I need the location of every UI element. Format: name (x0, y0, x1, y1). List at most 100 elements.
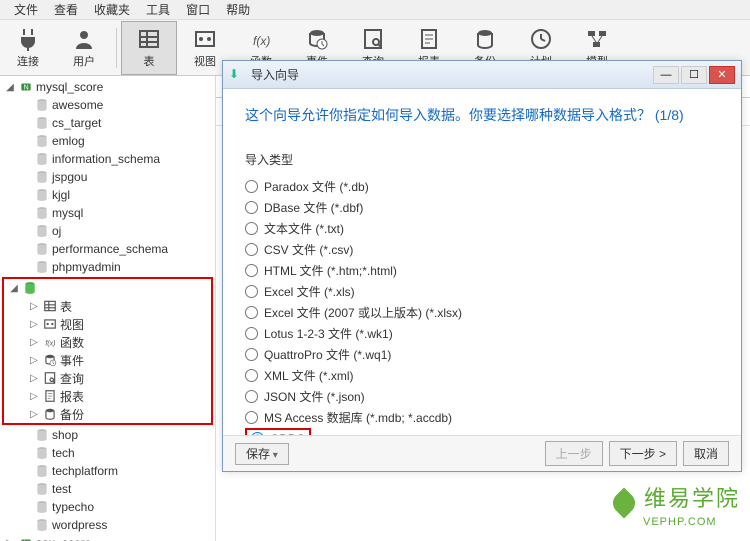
connection-node[interactable]: ◢Nmysql_score (0, 78, 215, 96)
backup-icon (43, 407, 57, 421)
next-button[interactable]: 下一步 > (609, 441, 677, 466)
db-child-report[interactable]: ▷报表 (4, 387, 211, 405)
db-node-active[interactable]: ◢ (4, 279, 211, 297)
close-button[interactable]: ✕ (709, 66, 735, 84)
ribbon-label: 视图 (194, 53, 216, 69)
fx-icon: f(x) (43, 335, 57, 349)
import-type-option[interactable]: JSON 文件 (*.json) (245, 386, 719, 407)
ribbon-label: 表 (144, 53, 155, 69)
connection-node[interactable]: ▷Nsau_score (0, 534, 215, 541)
query-icon (43, 371, 57, 385)
report-icon (43, 389, 57, 403)
menu-tools[interactable]: 工具 (138, 0, 178, 20)
db-node[interactable]: test (0, 480, 215, 498)
import-type-option[interactable]: Paradox 文件 (*.db) (245, 176, 719, 197)
menu-fav[interactable]: 收藏夹 (86, 0, 138, 20)
db-node[interactable]: tech (0, 444, 215, 462)
import-type-option[interactable]: Excel 文件 (2007 或以上版本) (*.xlsx) (245, 302, 719, 323)
event-icon (43, 353, 57, 367)
import-type-option[interactable]: QuattroPro 文件 (*.wq1) (245, 344, 719, 365)
db-node[interactable]: mysql (0, 204, 215, 222)
import-type-option[interactable]: HTML 文件 (*.htm;*.html) (245, 260, 719, 281)
db-node[interactable]: performance_schema (0, 240, 215, 258)
import-type-option[interactable]: DBase 文件 (*.dbf) (245, 197, 719, 218)
radio-input[interactable] (245, 390, 258, 403)
db-child-view[interactable]: ▷视图 (4, 315, 211, 333)
query-icon (361, 27, 385, 51)
db-child-backup[interactable]: ▷备份 (4, 405, 211, 423)
database-icon (35, 206, 49, 220)
svg-text:f(x): f(x) (253, 34, 270, 48)
ribbon-table[interactable]: 表 (121, 21, 177, 75)
db-node[interactable]: kjgl (0, 186, 215, 204)
database-icon (35, 482, 49, 496)
db-child-fx[interactable]: ▷f(x)函数 (4, 333, 211, 351)
db-child-query[interactable]: ▷查询 (4, 369, 211, 387)
dialog-title: 导入向导 (251, 66, 653, 83)
import-type-option[interactable]: XML 文件 (*.xml) (245, 365, 719, 386)
database-icon (35, 116, 49, 130)
radio-input[interactable] (245, 285, 258, 298)
ribbon-plug[interactable]: 连接 (0, 21, 56, 75)
database-icon (35, 98, 49, 112)
event-icon (305, 27, 329, 51)
db-node[interactable]: techplatform (0, 462, 215, 480)
db-child-event[interactable]: ▷事件 (4, 351, 211, 369)
db-node[interactable]: information_schema (0, 150, 215, 168)
cancel-button[interactable]: 取消 (683, 441, 729, 466)
menu-file[interactable]: 文件 (6, 0, 46, 20)
radio-input[interactable] (245, 264, 258, 277)
save-button[interactable]: 保存 (235, 443, 289, 465)
radio-input[interactable] (245, 180, 258, 193)
menu-help[interactable]: 帮助 (218, 0, 258, 20)
dialog-titlebar[interactable]: ⬇ 导入向导 — ☐ ✕ (223, 61, 741, 89)
table-icon (137, 27, 161, 51)
import-type-option[interactable]: MS Access 数据库 (*.mdb; *.accdb) (245, 407, 719, 428)
ribbon-label: 用户 (73, 53, 95, 69)
db-node[interactable]: cs_target (0, 114, 215, 132)
import-type-option[interactable]: Excel 文件 (*.xls) (245, 281, 719, 302)
db-node[interactable]: emlog (0, 132, 215, 150)
report-icon (417, 27, 441, 51)
import-wizard-dialog: ⬇ 导入向导 — ☐ ✕ 这个向导允许你指定如何导入数据。你要选择哪种数据导入格… (222, 60, 742, 472)
db-node[interactable]: shop (0, 426, 215, 444)
radio-input[interactable] (245, 369, 258, 382)
radio-input[interactable] (245, 201, 258, 214)
import-type-option[interactable]: CSV 文件 (*.csv) (245, 239, 719, 260)
database-icon (23, 281, 37, 295)
menu-view[interactable]: 查看 (46, 0, 86, 20)
db-node[interactable]: typecho (0, 498, 215, 516)
database-icon (35, 224, 49, 238)
db-node[interactable]: jspgou (0, 168, 215, 186)
import-type-option[interactable]: 文本文件 (*.txt) (245, 218, 719, 239)
database-icon (35, 242, 49, 256)
database-icon (35, 188, 49, 202)
db-child-table[interactable]: ▷表 (4, 297, 211, 315)
selected-db-block: ◢ ▷表▷视图▷f(x)函数▷事件▷查询▷报表▷备份 (2, 277, 213, 425)
fx-icon: f(x) (249, 27, 273, 51)
minimize-button[interactable]: — (653, 66, 679, 84)
database-icon (35, 518, 49, 532)
db-node[interactable]: phpmyadmin (0, 258, 215, 276)
db-tree[interactable]: ◢Nmysql_scoreawesomecs_targetemloginform… (0, 76, 216, 541)
dialog-body: 这个向导允许你指定如何导入数据。你要选择哪种数据导入格式？ (1/8) 导入类型… (223, 89, 741, 465)
radio-input[interactable] (245, 348, 258, 361)
radio-input[interactable] (245, 411, 258, 424)
radio-input[interactable] (245, 306, 258, 319)
ribbon-user[interactable]: 用户 (56, 21, 112, 75)
radio-input[interactable] (245, 243, 258, 256)
table-icon (43, 299, 57, 313)
db-node[interactable]: wordpress (0, 516, 215, 534)
radio-input[interactable] (245, 222, 258, 235)
import-type-option[interactable]: Lotus 1-2-3 文件 (*.wk1) (245, 323, 719, 344)
database-icon (35, 134, 49, 148)
database-icon (35, 260, 49, 274)
svg-text:f(x): f(x) (45, 341, 55, 348)
database-icon (35, 428, 49, 442)
menu-window[interactable]: 窗口 (178, 0, 218, 20)
maximize-button[interactable]: ☐ (681, 66, 707, 84)
db-node[interactable]: oj (0, 222, 215, 240)
radio-input[interactable] (245, 327, 258, 340)
database-icon (35, 446, 49, 460)
db-node[interactable]: awesome (0, 96, 215, 114)
